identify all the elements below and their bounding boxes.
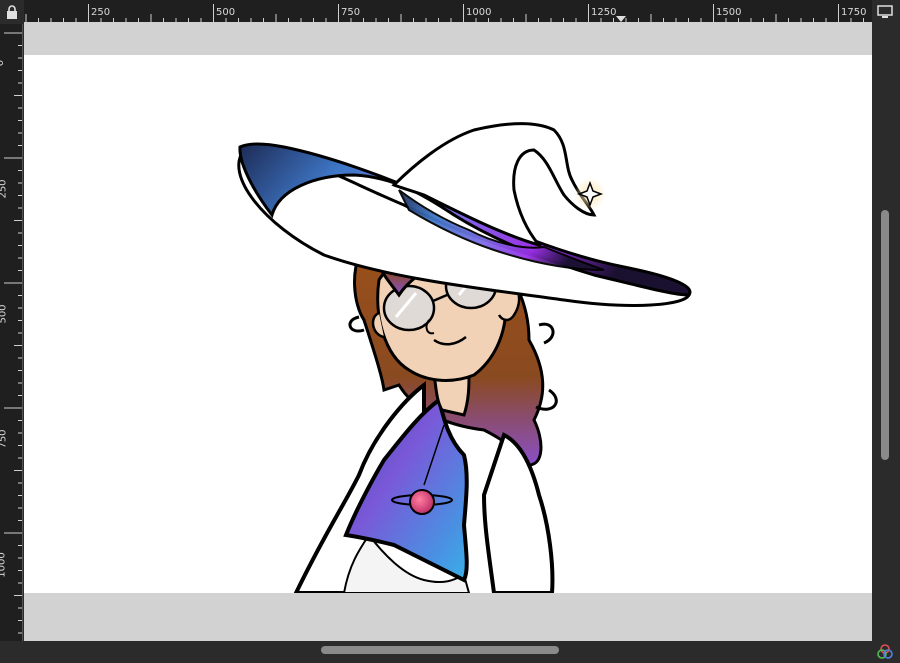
vertical-scrollbar-thumb[interactable] xyxy=(881,210,889,460)
display-mode-button[interactable] xyxy=(874,2,896,22)
vertical-scrollbar[interactable] xyxy=(878,24,894,641)
color-management-button[interactable] xyxy=(874,641,896,663)
h-ruler-label-250: 250 xyxy=(91,7,111,18)
h-ruler-label-1250: 1250 xyxy=(591,7,617,18)
horizontal-ruler[interactable]: 250 500 750 1000 1250 1500 1750 xyxy=(24,0,872,23)
h-ruler-label-750: 750 xyxy=(341,7,361,18)
horizontal-scrollbar-thumb[interactable] xyxy=(321,646,559,654)
h-ruler-label-1750: 1750 xyxy=(841,7,867,18)
color-management-icon xyxy=(877,644,893,659)
horizontal-scrollbar[interactable] xyxy=(24,643,872,659)
h-ruler-label-1000: 1000 xyxy=(466,7,492,18)
display-icon xyxy=(877,5,893,18)
h-ruler-label-1500: 1500 xyxy=(716,7,742,18)
v-ruler-label-250: 250 xyxy=(0,179,9,199)
witch-illustration xyxy=(237,122,692,593)
v-ruler-label-1000: 1000 xyxy=(0,552,8,578)
lock-icon xyxy=(7,5,17,19)
v-ruler-label-500: 500 xyxy=(0,304,9,324)
canvas-viewport[interactable] xyxy=(24,22,872,641)
canvas-page[interactable] xyxy=(24,55,872,593)
vertical-ruler[interactable]: 0 250 500 750 1000 xyxy=(0,24,23,641)
v-ruler-label-0: 0 xyxy=(0,60,6,66)
v-ruler-label-750: 750 xyxy=(0,429,9,449)
h-ruler-label-500: 500 xyxy=(216,7,236,18)
ruler-lock-button[interactable] xyxy=(0,0,24,24)
